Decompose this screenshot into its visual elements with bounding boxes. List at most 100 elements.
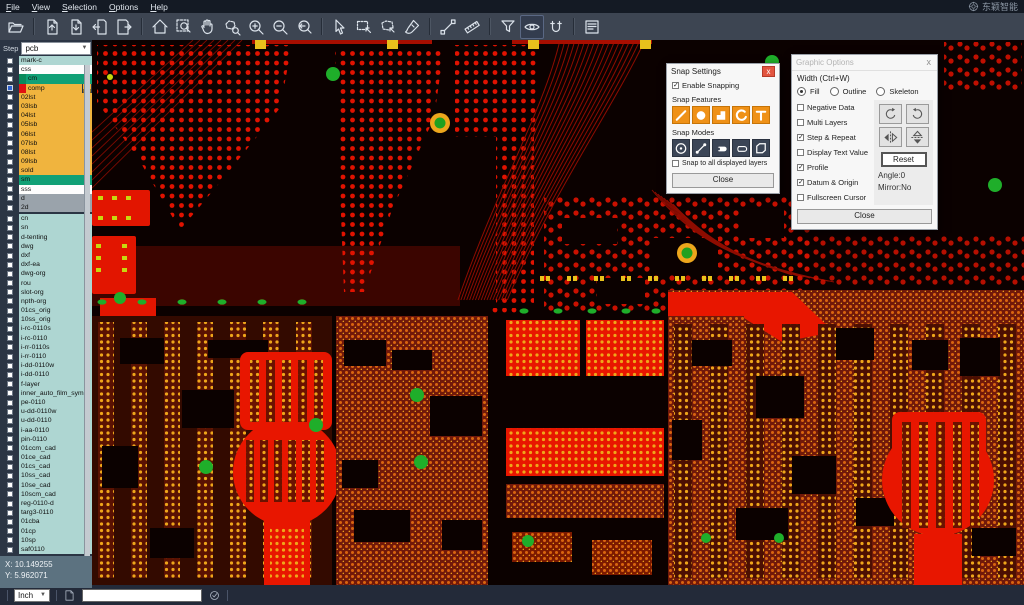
zoom-out-icon[interactable] (268, 15, 292, 39)
layer-row-10ss_orig[interactable]: 10ss_orig (0, 315, 92, 324)
layer-checkbox[interactable] (7, 253, 13, 259)
layer-row-i-aa-0110[interactable]: i-aa-0110 (0, 426, 92, 435)
layer-row-04lst[interactable]: 04lst (0, 111, 92, 120)
graphic-dialog-titlebar[interactable]: Graphic Options x (792, 55, 937, 70)
layer-checkbox[interactable] (7, 262, 13, 268)
layer-name[interactable]: cn (19, 214, 92, 223)
checkbox[interactable]: ✓ (797, 164, 804, 171)
rotate-cw-icon[interactable] (879, 104, 902, 124)
layer-checkbox[interactable] (7, 216, 13, 222)
layer-row-07lsb[interactable]: 07lsb (0, 139, 92, 148)
layer-checkbox[interactable] (7, 58, 13, 64)
layer-name[interactable]: pin-0110 (19, 435, 92, 444)
layer-color-swatch[interactable] (19, 84, 26, 93)
layer-row-saf0110[interactable]: saf0110 (0, 545, 92, 554)
menu-view[interactable]: View (32, 2, 50, 12)
checkbox[interactable]: ✓ (797, 179, 804, 186)
layer-checkbox[interactable] (7, 455, 13, 461)
checkbox[interactable] (672, 160, 679, 167)
pad-feature-icon[interactable] (692, 106, 710, 124)
center-snap-icon[interactable] (672, 139, 690, 157)
layer-name[interactable]: d-tenting (19, 233, 92, 242)
layer-checkbox[interactable] (7, 464, 13, 470)
layer-row-slot-org[interactable]: slot-org (0, 288, 92, 297)
measure-ruler-icon[interactable] (460, 15, 484, 39)
filter-icon[interactable] (496, 15, 520, 39)
layer-checkbox[interactable] (7, 298, 13, 304)
line-feature-icon[interactable] (672, 106, 690, 124)
layer-row-sm[interactable]: sm (0, 175, 92, 184)
layer-row-pin-0110[interactable]: pin-0110 (0, 435, 92, 444)
pan-hand-icon[interactable] (196, 15, 220, 39)
layer-checkbox[interactable] (7, 409, 13, 415)
layer-color-swatch[interactable] (19, 74, 26, 83)
layer-checkbox[interactable] (7, 335, 13, 341)
measure-line-icon[interactable] (436, 15, 460, 39)
layer-row-i-dd-0110w[interactable]: i-dd-0110w (0, 361, 92, 370)
open-folder-icon[interactable] (4, 15, 28, 39)
layer-checkbox[interactable] (7, 363, 13, 369)
layer-row-sold[interactable]: sold (0, 166, 92, 175)
layer-name[interactable]: 04lst (19, 111, 92, 120)
layer-name[interactable]: sold (19, 166, 92, 175)
pcb-canvas[interactable]: Snap Settings x ✓Enable SnappingSnap Fea… (92, 40, 1024, 585)
layer-checkbox[interactable] (7, 427, 13, 433)
layer-row-10scm_cad[interactable]: 10scm_cad (0, 490, 92, 499)
zoom-previous-icon[interactable] (292, 15, 316, 39)
zoom-in-icon[interactable] (244, 15, 268, 39)
radio-fill[interactable] (797, 87, 806, 96)
highlight-brush-icon[interactable] (400, 15, 424, 39)
layer-name[interactable]: reg-0110-d (19, 499, 92, 508)
checkbox-row[interactable]: Snap to all displayed layers (667, 158, 779, 169)
layer-name[interactable]: i-rr-0110 (19, 352, 92, 361)
layer-name[interactable]: i-rc-0110 (19, 334, 92, 343)
layer-row-dxf[interactable]: dxf (0, 251, 92, 260)
layer-name[interactable]: 10scm_cad (19, 490, 92, 499)
layer-row-06lst[interactable]: 06lst (0, 130, 92, 139)
layer-name[interactable]: 07lsb (19, 139, 92, 148)
checkbox-row[interactable]: Negative Data (796, 100, 871, 115)
layer-checkbox[interactable] (7, 94, 13, 100)
layer-checkbox[interactable] (7, 547, 13, 553)
layer-row-cn[interactable]: cn (0, 214, 92, 223)
layer-name[interactable]: 09lsb (19, 157, 92, 166)
layer-checkbox[interactable] (7, 390, 13, 396)
layer-row-dwg[interactable]: dwg (0, 242, 92, 251)
layer-row-comp[interactable]: comp (0, 84, 92, 93)
layer-name[interactable]: css (19, 65, 92, 74)
layer-name[interactable]: sm (19, 175, 92, 184)
layer-name[interactable]: sn (19, 223, 92, 232)
layer-checkbox[interactable] (7, 528, 13, 534)
layer-row-sss[interactable]: sss (0, 185, 92, 194)
layer-name[interactable]: f-layer (19, 380, 92, 389)
layer-checkbox[interactable] (7, 510, 13, 516)
layer-checkbox[interactable] (7, 159, 13, 165)
layer-checkbox[interactable] (7, 436, 13, 442)
layer-checkbox[interactable] (7, 537, 13, 543)
layer-name[interactable]: i-dd-0110 (19, 370, 92, 379)
layer-name[interactable]: 2d (19, 203, 92, 212)
layer-row-mark-c[interactable]: mark-c (0, 56, 92, 65)
layer-name[interactable]: d (19, 194, 92, 203)
layer-checkbox[interactable] (7, 67, 13, 73)
layer-row-i-rc-0110[interactable]: i-rc-0110 (0, 334, 92, 343)
layer-name[interactable]: dwg-org (19, 269, 92, 278)
layer-row-01cs_orig[interactable]: 01cs_orig (0, 306, 92, 315)
layer-name[interactable]: 01ce_cad (19, 453, 92, 462)
snap-magnet-icon[interactable] (544, 15, 568, 39)
layer-checkbox[interactable] (7, 280, 13, 286)
layer-name[interactable]: comp (26, 84, 82, 93)
checkbox[interactable] (797, 149, 804, 156)
layer-row-sn[interactable]: sn (0, 223, 92, 232)
layer-checkbox[interactable] (7, 225, 13, 231)
checkbox[interactable] (797, 104, 804, 111)
layer-name[interactable]: 10se_cad (19, 481, 92, 490)
layer-name[interactable]: inner_auto_film_symb (19, 389, 92, 398)
layer-checkbox[interactable] (7, 76, 13, 82)
layer-row-d-tenting[interactable]: d-tenting (0, 233, 92, 242)
layer-name[interactable]: mark-c (19, 56, 92, 65)
layer-checkbox[interactable] (7, 491, 13, 497)
layer-row-10sp[interactable]: 10sp (0, 536, 92, 545)
layer-name[interactable]: u-dd-0110 (19, 416, 92, 425)
layer-checkbox[interactable] (7, 482, 13, 488)
